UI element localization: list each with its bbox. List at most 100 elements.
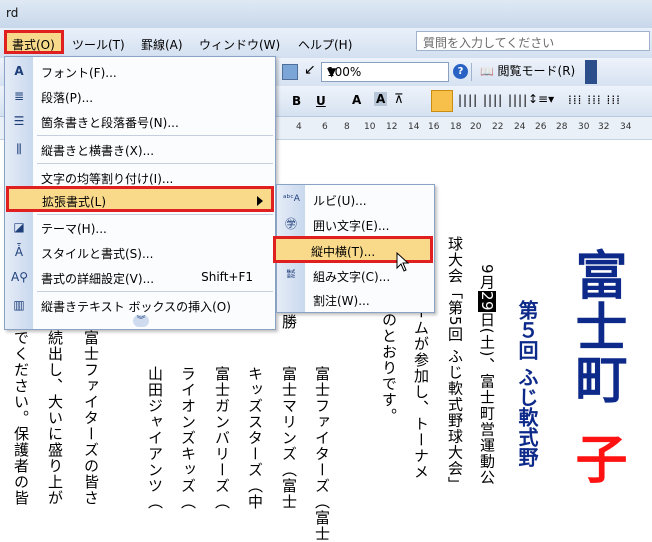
doc-line: ライオンズキッズ（ bbox=[179, 366, 197, 510]
doc-text: 9月 bbox=[478, 264, 496, 291]
menu-format-label: 書式(O) bbox=[12, 38, 55, 52]
font-color-button[interactable]: A bbox=[352, 93, 361, 107]
doc-line: 山田ジャイアンツ（ bbox=[146, 366, 164, 510]
menu-window[interactable]: ウィンドウ(W) bbox=[199, 36, 280, 53]
doc-line: のとおりです。 bbox=[380, 312, 398, 424]
extended-format-submenu: ᵃᵇᶜA ルビ(U)... ㊫ 囲い文字(E)... 縦中横(T)... ㍿ 組み文字… bbox=[273, 184, 435, 313]
menu-item-paragraph[interactable]: ≣ 段落(P)... bbox=[5, 84, 275, 109]
doc-selected-text: 9 bbox=[478, 301, 496, 312]
alignment-icons[interactable]: |||| |||| |||| bbox=[458, 93, 528, 107]
doc-line: でください。保護者の皆 bbox=[12, 330, 30, 506]
chevron-down-icon: ▼ bbox=[327, 65, 337, 79]
heading-big: 富士町 bbox=[566, 248, 626, 404]
doc-line: 富士ファイターズ（富士 bbox=[313, 366, 331, 542]
ruler-number: 28 bbox=[556, 122, 568, 132]
help-search-placeholder: 質問を入力してください bbox=[423, 36, 555, 50]
submenu-item-enclosed[interactable]: ㊫ 囲い文字(E)... bbox=[277, 212, 434, 237]
ruler-number: 6 bbox=[322, 122, 328, 132]
ruler-number: 26 bbox=[535, 122, 547, 132]
enclosed-char-icon: ㊫ bbox=[284, 217, 297, 231]
combine-chars-icon: ㍿ bbox=[286, 270, 296, 280]
menu-item-reveal-format[interactable]: A⚲ 書式の詳細設定(V)... Shift+F1 bbox=[5, 265, 275, 290]
toolbar-options-button[interactable] bbox=[585, 60, 597, 84]
font-icon: A bbox=[14, 64, 24, 78]
ruler-number: 14 bbox=[408, 122, 420, 132]
menu-item-label: フォント(F)... bbox=[41, 66, 117, 80]
highlight-icon[interactable]: ⊼ bbox=[394, 92, 404, 107]
menu-item-label: 段落(P)... bbox=[41, 91, 94, 105]
bold-button[interactable]: B bbox=[292, 94, 301, 108]
doc-text: 日(土)、富士町営運動公 bbox=[478, 311, 496, 486]
heading-small: 第５回 ふじ軟式野 bbox=[515, 300, 539, 467]
help-search-input[interactable]: 質問を入力してください bbox=[416, 31, 650, 51]
menu-separator bbox=[37, 163, 273, 164]
menu-item-label: 縦中横(T)... bbox=[311, 245, 376, 259]
menu-item-styles[interactable]: Ǡ スタイルと書式(S)... bbox=[5, 240, 275, 265]
ruler-number: 8 bbox=[344, 122, 350, 132]
doc-date-line: 9月29日(土)、富士町営運動公 bbox=[478, 264, 496, 485]
doc-line: 富士ガンバリーズ（ bbox=[213, 366, 231, 510]
line-spacing-icon[interactable]: ↕≡▾ bbox=[528, 92, 554, 106]
menu-item-extended-format[interactable]: 拡張書式(L) bbox=[6, 186, 274, 212]
menu-item-label: 縦書きテキスト ボックスの挿入(O) bbox=[41, 300, 231, 314]
help-icon[interactable]: ? bbox=[453, 64, 468, 79]
ruler-number: 18 bbox=[450, 122, 462, 132]
submenu-item-warichu[interactable]: 割注(W)... bbox=[277, 287, 434, 312]
ruler-number: 4 bbox=[296, 122, 302, 132]
book-icon: 📖 bbox=[480, 65, 494, 78]
ruler-number: 10 bbox=[364, 122, 376, 132]
format-menu: A フォント(F)... ≣ 段落(P)... ☰ 箇条書きと段落番号(N)... ⫼… bbox=[4, 56, 276, 330]
doc-line: 球大会「第5回 ふじ軟式野球大会」 bbox=[446, 236, 464, 493]
mouse-cursor-icon bbox=[396, 252, 410, 272]
ruler-number: 12 bbox=[386, 122, 398, 132]
menu-item-bullets[interactable]: ☰ 箇条書きと段落番号(N)... bbox=[5, 109, 275, 134]
theme-icon: ◪ bbox=[13, 220, 25, 234]
zoom-select[interactable]: 100% ▼ bbox=[321, 62, 449, 82]
char-shading-button[interactable]: A bbox=[374, 92, 388, 106]
menu-item-label: 割注(W)... bbox=[313, 294, 370, 308]
doc-line: 続出し、大いに盛り上が bbox=[46, 330, 64, 506]
align-top-button[interactable] bbox=[431, 90, 453, 112]
menu-tools[interactable]: ツール(T) bbox=[72, 36, 125, 53]
ruler-number: 20 bbox=[470, 122, 482, 132]
reading-mode-button[interactable]: 📖 閲覧モード(R) bbox=[480, 62, 575, 79]
menu-item-label: テーマ(H)... bbox=[41, 222, 107, 236]
menu-item-label: 書式の詳細設定(V)... bbox=[41, 272, 155, 286]
title-bar: rd bbox=[0, 0, 652, 28]
styles-icon: Ǡ bbox=[14, 245, 24, 259]
menu-item-label: 箇条書きと段落番号(N)... bbox=[41, 116, 179, 130]
doc-line: キッズスターズ（中 bbox=[246, 366, 264, 510]
menu-item-theme[interactable]: ◪ テーマ(H)... bbox=[5, 215, 275, 240]
bullets-icon: ☰ bbox=[13, 114, 25, 128]
paragraph-icon: ≣ bbox=[13, 89, 25, 103]
submenu-item-ruby[interactable]: ᵃᵇᶜA ルビ(U)... bbox=[277, 187, 434, 212]
menu-help[interactable]: ヘルプ(H) bbox=[298, 36, 352, 53]
ruler-number: 22 bbox=[492, 122, 504, 132]
menu-item-font[interactable]: A フォント(F)... bbox=[5, 59, 275, 84]
menu-separator bbox=[37, 135, 273, 136]
doc-line: 富士マリンズ（富士 bbox=[280, 366, 298, 510]
menu-item-label: ルビ(U)... bbox=[313, 194, 367, 208]
submenu-arrow-icon bbox=[257, 196, 263, 206]
expand-menu-chevron-icon[interactable]: ︾ bbox=[133, 315, 149, 327]
menu-borders[interactable]: 罫線(A) bbox=[141, 36, 183, 53]
reveal-format-icon: A⚲ bbox=[11, 270, 28, 284]
menu-item-label: 文字の均等割り付け(I)... bbox=[41, 172, 174, 186]
vertical-textbox-icon: ▥ bbox=[13, 298, 25, 312]
menu-format[interactable]: 書式(O) bbox=[4, 30, 64, 54]
submenu-item-combine[interactable]: ㍿ 組み文字(C)... bbox=[277, 263, 434, 288]
ruler-number: 34 bbox=[620, 122, 632, 132]
ruby-icon: ᵃᵇᶜA bbox=[283, 194, 300, 204]
ruler-number: 16 bbox=[428, 122, 440, 132]
menu-item-label: 拡張書式(L) bbox=[42, 195, 107, 209]
text-direction-icon: ⫼ bbox=[16, 142, 22, 156]
heading-big-red: 子 bbox=[566, 432, 626, 484]
format-painter-icon[interactable]: ↙ bbox=[304, 62, 316, 78]
reading-mode-label: 閲覧モード(R) bbox=[497, 64, 576, 78]
underline-button[interactable]: U bbox=[316, 94, 326, 108]
doc-selected-text: 2 bbox=[478, 290, 496, 302]
menu-item-text-direction[interactable]: ⫼ 縦書きと横書き(X)... bbox=[5, 137, 275, 162]
preview-icon[interactable] bbox=[282, 64, 298, 80]
vertical-text-icons[interactable]: ⁞⁞⁞ ⁞⁞⁞ ⁞⁞⁞ bbox=[568, 93, 621, 107]
menu-item-label: スタイルと書式(S)... bbox=[41, 247, 154, 261]
